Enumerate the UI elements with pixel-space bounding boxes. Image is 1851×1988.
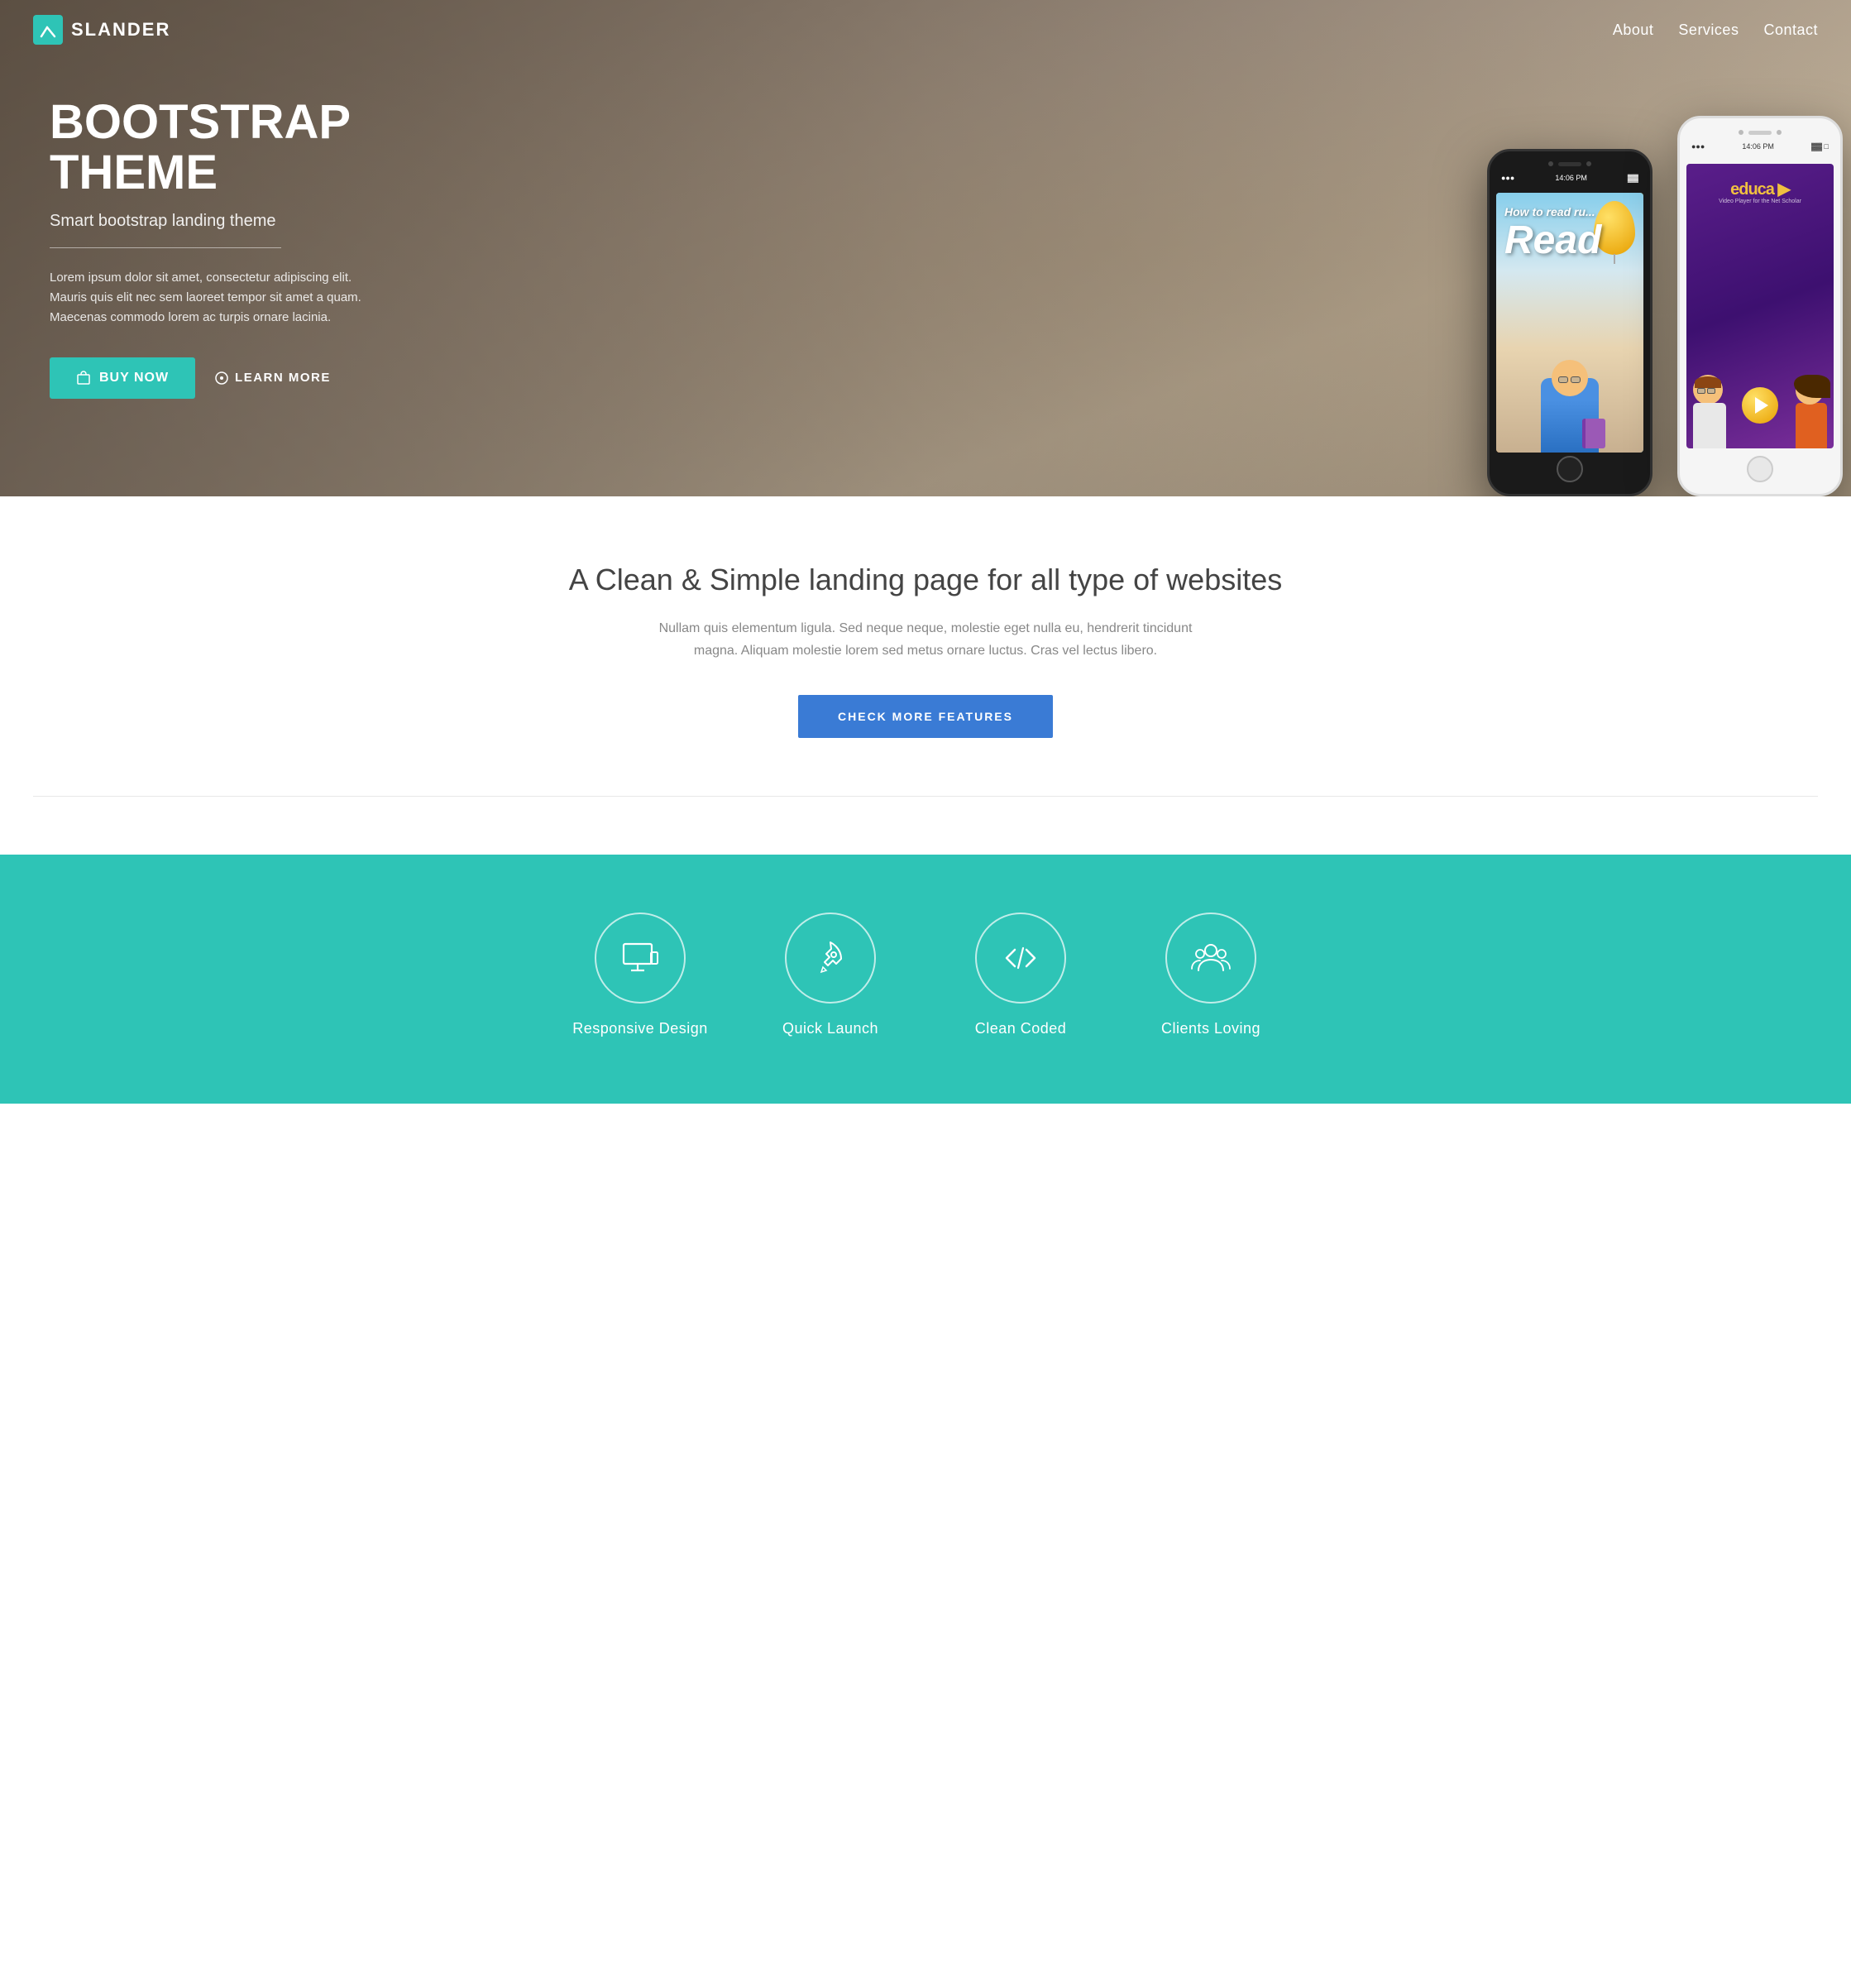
gold-play-button — [1742, 387, 1778, 424]
man-lens-right — [1707, 388, 1715, 394]
phone-black-camera — [1548, 161, 1591, 166]
white-camera-dot — [1739, 130, 1743, 135]
white-camera-dot-2 — [1777, 130, 1782, 135]
phone-white-camera — [1739, 130, 1782, 135]
man-body — [1693, 403, 1726, 448]
brand-name: SLANDER — [71, 19, 170, 41]
buy-now-button[interactable]: BUY NOW — [50, 357, 195, 399]
educa-app-bg: educa ▶ Video Player for the Net Scholar — [1686, 164, 1834, 448]
glass-right — [1571, 376, 1581, 383]
launch-label: Quick Launch — [782, 1020, 878, 1037]
phone-black-home — [1557, 456, 1583, 482]
educa-tagline: Video Player for the Net Scholar — [1686, 199, 1834, 204]
hero-divider — [50, 247, 281, 248]
boy-head — [1552, 360, 1588, 396]
boy-glasses — [1558, 376, 1581, 383]
phone-black-screen: How to read ru... — [1496, 193, 1643, 453]
rocket-icon — [810, 937, 851, 979]
hero-subtitle: Smart bootstrap landing theme — [50, 212, 380, 231]
clients-icon-circle — [1165, 913, 1256, 1004]
launch-icon-circle — [785, 913, 876, 1004]
coded-label: Clean Coded — [975, 1020, 1067, 1037]
book — [1582, 419, 1605, 448]
status-time: 14:06 PM — [1555, 174, 1587, 182]
white-status-carrier: ●●● — [1691, 142, 1705, 151]
read-app-title: How to read ru... — [1504, 205, 1595, 218]
white-camera-speaker — [1748, 131, 1772, 135]
brand-logo[interactable]: SLANDER — [33, 15, 170, 45]
status-carrier: ●●● — [1501, 174, 1514, 182]
clients-label: Clients Loving — [1161, 1020, 1260, 1037]
teal-item-clients: Clients Loving — [1124, 913, 1298, 1037]
camera-dot — [1548, 161, 1553, 166]
white-status-battery: ▓▓ □ — [1811, 142, 1829, 151]
features-title: A Clean & Simple landing page for all ty… — [33, 563, 1818, 597]
nav-services[interactable]: Services — [1678, 22, 1739, 38]
responsive-icon-circle — [595, 913, 686, 1004]
educa-woman-character — [1796, 376, 1827, 448]
phone-white-status: ●●● 14:06 PM ▓▓ □ — [1686, 137, 1834, 156]
features-section: A Clean & Simple landing page for all ty… — [0, 496, 1851, 855]
nav-menu: About Services Contact — [1613, 22, 1818, 39]
glass-left — [1558, 376, 1568, 383]
read-character — [1541, 360, 1599, 453]
woman-body — [1796, 403, 1827, 448]
navbar: SLANDER About Services Contact — [0, 0, 1851, 60]
man-head — [1693, 375, 1723, 405]
phone-white-home — [1747, 456, 1773, 482]
phone-black: ●●● 14:06 PM ▓▓ How to read ru... — [1487, 149, 1653, 496]
learn-more-button[interactable]: LEARN MORE — [215, 371, 331, 385]
camera-speaker — [1558, 162, 1581, 166]
teal-grid: Responsive Design Quick Launch — [553, 913, 1298, 1037]
phone-black-status: ●●● 14:06 PM ▓▓ — [1496, 168, 1643, 188]
man-hair — [1695, 376, 1721, 388]
buy-icon — [76, 371, 91, 386]
educa-man-character — [1693, 375, 1726, 448]
teal-item-coded: Clean Coded — [934, 913, 1107, 1037]
play-arrow — [1755, 397, 1768, 414]
camera-dot-2 — [1586, 161, 1591, 166]
coded-icon-circle — [975, 913, 1066, 1004]
white-status-time: 14:06 PM — [1742, 142, 1774, 151]
read-text-label: Read — [1504, 218, 1601, 263]
phone-white: ●●● 14:06 PM ▓▓ □ educa ▶ Video Player f… — [1677, 116, 1843, 496]
code-icon — [1000, 937, 1041, 979]
hero-description: Lorem ipsum dolor sit amet, consectetur … — [50, 268, 380, 328]
man-glasses — [1697, 388, 1715, 394]
hero-section: BOOTSTRAP THEME Smart bootstrap landing … — [0, 0, 1851, 496]
responsive-label: Responsive Design — [572, 1020, 708, 1037]
balloon-string — [1614, 254, 1615, 264]
learn-icon — [215, 371, 228, 385]
phones-wrapper: ●●● 14:06 PM ▓▓ How to read ru... — [1471, 17, 1851, 496]
woman-hair — [1794, 375, 1830, 398]
nav-about[interactable]: About — [1613, 22, 1654, 38]
features-divider — [33, 796, 1818, 797]
teal-section: Responsive Design Quick Launch — [0, 855, 1851, 1104]
features-description: Nullam quis elementum ligula. Sed neque … — [636, 617, 1215, 662]
check-features-button[interactable]: CHECK MORE FEATURES — [798, 695, 1053, 738]
users-icon — [1190, 937, 1232, 979]
status-battery: ▓▓ — [1628, 174, 1638, 182]
man-lens-left — [1697, 388, 1705, 394]
monitor-icon — [619, 937, 661, 979]
phone-white-screen: educa ▶ Video Player for the Net Scholar — [1686, 164, 1834, 448]
woman-head — [1796, 376, 1824, 405]
educa-title: educa ▶ — [1686, 179, 1834, 199]
hero-phones: ●●● 14:06 PM ▓▓ How to read ru... — [1471, 0, 1851, 496]
read-app-bg: How to read ru... — [1496, 193, 1643, 453]
nav-contact[interactable]: Contact — [1763, 22, 1818, 38]
hero-buttons: BUY NOW LEARN MORE — [50, 357, 380, 399]
teal-item-responsive: Responsive Design — [553, 913, 727, 1037]
teal-item-launch: Quick Launch — [744, 913, 917, 1037]
hero-content: BOOTSTRAP THEME Smart bootstrap landing … — [0, 98, 430, 399]
brand-icon — [33, 15, 63, 45]
hero-title: BOOTSTRAP THEME — [50, 98, 380, 199]
